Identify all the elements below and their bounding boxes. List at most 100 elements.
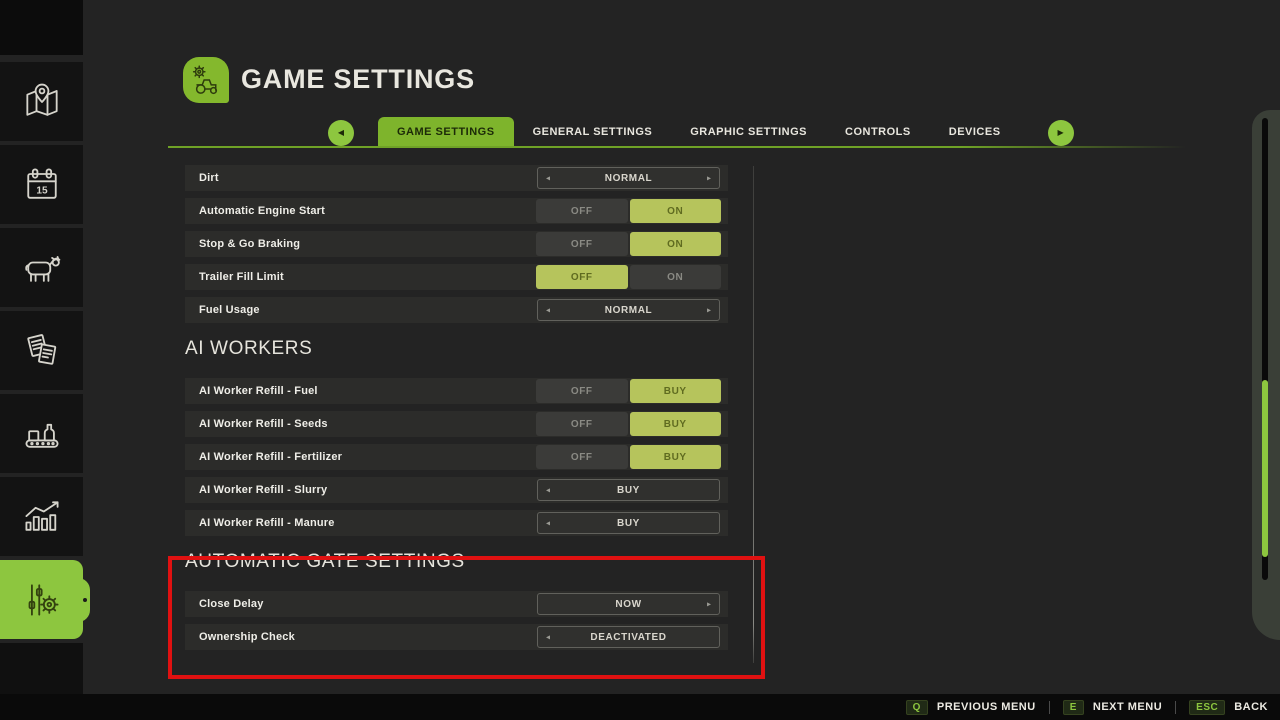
map-icon: [25, 83, 58, 116]
setting-label: AI Worker Refill - Slurry: [199, 484, 328, 496]
selector-value: NOW: [615, 598, 642, 610]
selector-ai-refill-manure[interactable]: ◂ BUY ▸: [537, 512, 720, 534]
toggle-buy-button[interactable]: BUY: [629, 445, 721, 469]
shortcut-back[interactable]: ESC BACK: [1189, 699, 1268, 715]
sidebar-item-contracts[interactable]: [0, 311, 83, 390]
setting-label: Automatic Engine Start: [199, 205, 326, 217]
toggle-on-button[interactable]: ON: [629, 265, 721, 289]
sidebar-item-map[interactable]: [0, 62, 83, 141]
selector-fuel-usage[interactable]: ◂ NORMAL ▸: [537, 299, 720, 321]
setting-row-automatic-engine-start: Automatic Engine Start OFF ON: [185, 198, 728, 224]
setting-label: Trailer Fill Limit: [199, 271, 284, 283]
selector-value: NORMAL: [604, 172, 653, 184]
toggle-on-button[interactable]: ON: [629, 199, 721, 223]
scrollbar-thumb[interactable]: [1262, 380, 1268, 557]
toggle-off-button[interactable]: OFF: [536, 379, 628, 403]
tabs-prev-button[interactable]: ◀: [328, 119, 354, 146]
chevron-right-icon: ▶: [1057, 128, 1064, 137]
toggle-stop-go-braking: OFF ON: [536, 232, 721, 256]
section-heading-ai-workers: AI WORKERS: [185, 338, 313, 359]
selector-ownership-check[interactable]: ◂ DEACTIVATED ▸: [537, 626, 720, 648]
chevron-left-icon: ◀: [337, 128, 345, 137]
tabs-next-button[interactable]: ▶: [1047, 119, 1074, 146]
setting-row-stop-go-braking: Stop & Go Braking OFF ON: [185, 231, 728, 257]
setting-row-ai-refill-fuel: AI Worker Refill - Fuel OFF BUY: [185, 378, 728, 404]
setting-row-ai-refill-slurry: AI Worker Refill - Slurry ◂ BUY ▸: [185, 477, 728, 503]
active-tab-notch: [83, 597, 87, 602]
tractor-gear-icon: [192, 65, 218, 95]
selector-value: NORMAL: [604, 304, 653, 316]
settings-list: Dirt ◂ NORMAL ▸ Automatic Engine Start O…: [185, 165, 728, 657]
arrow-right-icon[interactable]: ▸: [707, 306, 711, 315]
selector-dirt[interactable]: ◂ NORMAL ▸: [537, 167, 720, 189]
arrow-right-icon[interactable]: ▸: [707, 600, 711, 609]
production-icon: [25, 423, 58, 448]
sidebar-item-settings[interactable]: [0, 560, 87, 639]
shortcut-label: BACK: [1234, 701, 1268, 713]
footer-bar: Q PREVIOUS MENU E NEXT MENU ESC BACK: [0, 694, 1280, 720]
toggle-buy-button[interactable]: BUY: [629, 379, 721, 403]
tab-controls[interactable]: CONTROLS: [826, 117, 930, 148]
toggle-off-button[interactable]: OFF: [536, 445, 628, 469]
toggle-automatic-engine-start: OFF ON: [536, 199, 721, 223]
selector-ai-refill-slurry[interactable]: ◂ BUY ▸: [537, 479, 720, 501]
setting-row-dirt: Dirt ◂ NORMAL ▸: [185, 165, 728, 191]
setting-row-ai-refill-seeds: AI Worker Refill - Seeds OFF BUY: [185, 411, 728, 437]
tab-underline: [168, 146, 1186, 148]
setting-row-ai-refill-manure: AI Worker Refill - Manure ◂ BUY ▸: [185, 510, 728, 536]
arrow-right-icon[interactable]: ▸: [707, 174, 711, 183]
tab-game-settings[interactable]: GAME SETTINGS: [378, 117, 514, 148]
key-esc: ESC: [1189, 699, 1226, 715]
tab-general-settings[interactable]: GENERAL SETTINGS: [514, 117, 672, 148]
toggle-ai-refill-seeds: OFF BUY: [536, 412, 721, 436]
setting-row-close-delay: Close Delay ◂ NOW ▸: [185, 591, 728, 617]
arrow-left-icon[interactable]: ◂: [546, 486, 550, 495]
shortcut-label: NEXT MENU: [1092, 701, 1163, 713]
toggle-off-button[interactable]: OFF: [536, 265, 628, 289]
shortcut-label: PREVIOUS MENU: [936, 701, 1036, 713]
arrow-left-icon[interactable]: ◂: [546, 174, 550, 183]
list-scrollbar[interactable]: [753, 166, 754, 663]
tab-bar: ◀ GAME SETTINGS GENERAL SETTINGS GRAPHIC…: [328, 117, 1074, 148]
selector-close-delay[interactable]: ◂ NOW ▸: [537, 593, 720, 615]
toggle-off-button[interactable]: OFF: [536, 199, 628, 223]
selector-value: DEACTIVATED: [590, 631, 667, 643]
section-heading-automatic-gate-settings: AUTOMATIC GATE SETTINGS: [185, 551, 465, 572]
toggle-buy-button[interactable]: BUY: [629, 412, 721, 436]
setting-row-ai-refill-fertilizer: AI Worker Refill - Fertilizer OFF BUY: [185, 444, 728, 470]
toggle-off-button[interactable]: OFF: [536, 232, 628, 256]
shortcut-previous-menu[interactable]: Q PREVIOUS MENU: [905, 699, 1036, 715]
setting-label: Close Delay: [199, 598, 264, 610]
key-e: E: [1062, 699, 1084, 715]
sidebar-item-empty: [0, 643, 83, 694]
tab-devices[interactable]: DEVICES: [930, 117, 1020, 148]
shortcut-next-menu[interactable]: E NEXT MENU: [1062, 699, 1163, 715]
selector-value: BUY: [617, 517, 640, 529]
contracts-icon: [26, 333, 56, 365]
sidebar-item-calendar[interactable]: 15: [0, 145, 83, 224]
tab-graphic-settings[interactable]: GRAPHIC SETTINGS: [671, 117, 826, 148]
toggle-trailer-fill-limit: OFF ON: [536, 265, 721, 289]
setting-row-trailer-fill-limit: Trailer Fill Limit OFF ON: [185, 264, 728, 290]
setting-row-fuel-usage: Fuel Usage ◂ NORMAL ▸: [185, 297, 728, 323]
sidebar-item-statistics[interactable]: [0, 477, 83, 556]
setting-label: Stop & Go Braking: [199, 238, 301, 250]
settings-sliders-gear-icon: [28, 583, 58, 616]
arrow-left-icon[interactable]: ◂: [546, 519, 550, 528]
setting-label: Ownership Check: [199, 631, 295, 643]
setting-label: Dirt: [199, 172, 219, 184]
arrow-left-icon[interactable]: ◂: [546, 306, 550, 315]
setting-label: Fuel Usage: [199, 304, 260, 316]
arrow-left-icon[interactable]: ◂: [546, 633, 550, 642]
sidebar-item-production[interactable]: [0, 394, 83, 473]
toggle-on-button[interactable]: ON: [629, 232, 721, 256]
setting-label: AI Worker Refill - Fuel: [199, 385, 318, 397]
game-settings-app-icon: [183, 57, 229, 103]
cow-icon: [24, 255, 60, 282]
sidebar-item-animals[interactable]: [0, 228, 83, 307]
footer-separator: [1175, 700, 1177, 714]
calendar-icon: 15: [26, 168, 57, 199]
toggle-off-button[interactable]: OFF: [536, 412, 628, 436]
key-q: Q: [905, 699, 928, 715]
selector-value: BUY: [617, 484, 640, 496]
